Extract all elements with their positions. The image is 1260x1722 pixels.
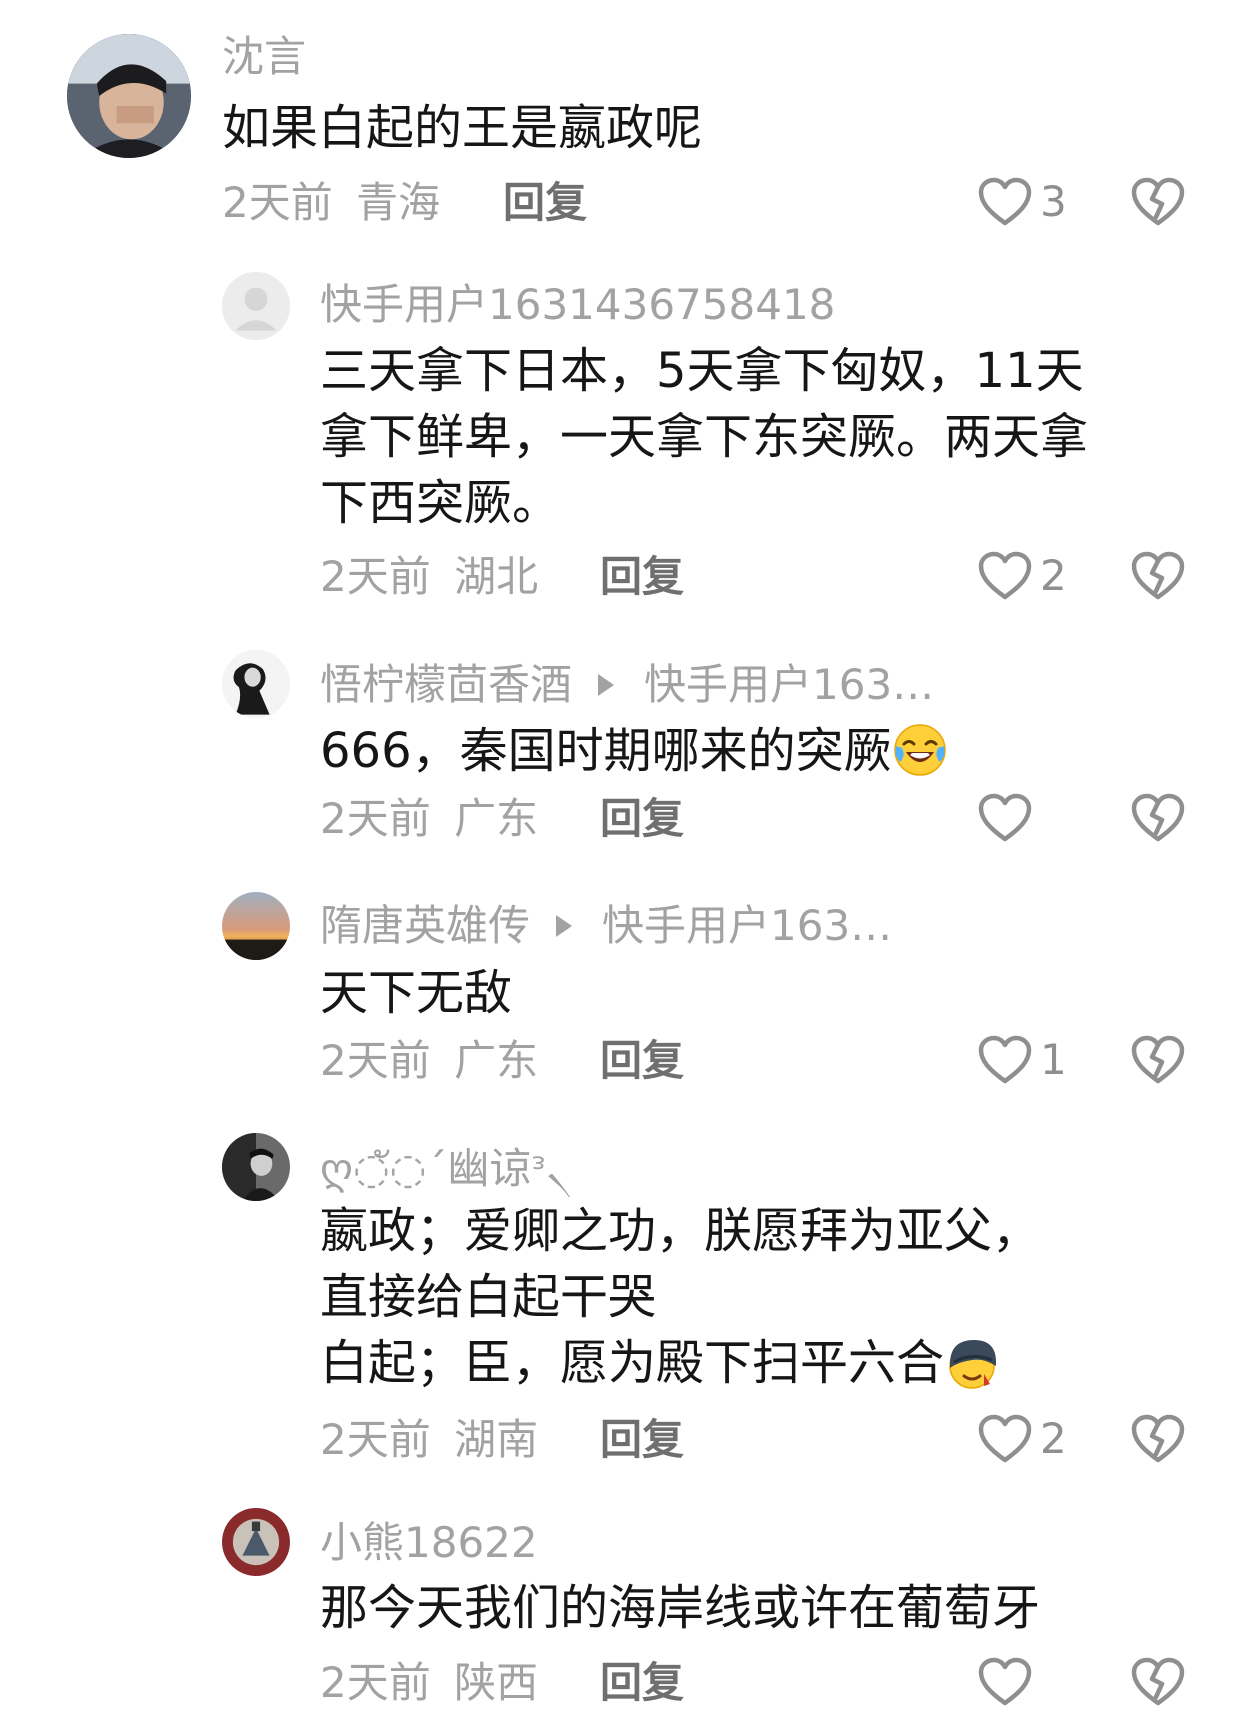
username[interactable]: 快手用户1631436758418 — [320, 284, 835, 326]
comment-line: 嬴政；爱卿之功，朕愿拜为亚父， — [320, 1203, 1041, 1259]
comment-line: 666，秦国时期哪来的突厥 — [320, 718, 948, 784]
username[interactable]: ღ◌ั◌ˊ幽谅ᵌ৲ — [320, 1148, 572, 1190]
comment-text: 嬴政；爱卿之功，朕愿拜为亚父， 直接给白起干哭 白起；臣，愿为殿下扫平六合 — [320, 1198, 1040, 1396]
comment-line: 三天拿下日本，5天拿下匈奴，11天 — [320, 343, 1084, 399]
reply-button[interactable]: 回复 — [600, 798, 684, 840]
broken-heart-icon — [1131, 551, 1185, 600]
timestamp: 2天前 — [320, 1658, 431, 1707]
broken-heart-icon — [1131, 793, 1185, 842]
comment-line: 直接给白起干哭 — [320, 1269, 657, 1325]
comment-meta: 2天前 湖南 — [320, 1419, 538, 1461]
timestamp: 2天前 — [320, 794, 431, 843]
comment-text: 天下无敌 — [320, 960, 512, 1026]
timestamp: 2天前 — [320, 1415, 431, 1464]
reply-target-username[interactable]: 快手用户163… — [602, 901, 892, 950]
like-button[interactable] — [978, 1657, 1040, 1707]
location: 广东 — [454, 794, 539, 843]
dislike-button[interactable] — [1131, 177, 1185, 227]
heart-outline-icon — [978, 1035, 1032, 1084]
dislike-button[interactable] — [1131, 1657, 1185, 1707]
avatar[interactable] — [222, 650, 290, 718]
broken-heart-icon — [1131, 1035, 1185, 1084]
like-count: 2 — [1040, 551, 1067, 600]
avatar[interactable] — [222, 272, 290, 340]
location: 青海 — [356, 178, 441, 227]
comment-line: 那今天我们的海岸线或许在葡萄牙 — [320, 1580, 1041, 1636]
username[interactable]: 隋唐英雄传 — [320, 901, 530, 950]
comment-line-text: 白起；臣，愿为殿下扫平六合 — [320, 1335, 945, 1391]
username[interactable]: 小熊18622 — [320, 1522, 538, 1564]
comment-meta: 2天前 陕西 — [320, 1662, 538, 1704]
username[interactable]: 悟柠檬茴香酒 — [320, 660, 572, 709]
comment-meta: 2天前 湖北 — [320, 556, 538, 598]
comment-text: 那今天我们的海岸线或许在葡萄牙 — [320, 1575, 1040, 1641]
comment-text: 如果白起的王是嬴政呢 — [222, 95, 702, 161]
username-row: 隋唐英雄传 快手用户163… — [320, 905, 892, 947]
heart-outline-icon — [978, 1657, 1032, 1706]
comment-text: 三天拿下日本，5天拿下匈奴，11天 拿下鲜卑，一天拿下东突厥。两天拿 下西突厥。 — [320, 338, 1088, 536]
avatar[interactable] — [222, 892, 290, 960]
like-count: 1 — [1040, 1035, 1067, 1084]
reply-button[interactable]: 回复 — [600, 1040, 684, 1082]
reply-button[interactable]: 回复 — [600, 1662, 684, 1704]
comment-meta: 2天前 广东 — [320, 798, 538, 840]
reply-arrow-icon — [598, 673, 615, 696]
location: 湖南 — [454, 1415, 539, 1464]
reply-target-username[interactable]: 快手用户163… — [644, 660, 934, 709]
comment-meta: 2天前 广东 — [320, 1040, 538, 1082]
reply-button[interactable]: 回复 — [503, 182, 587, 224]
avatar-photo-icon — [67, 34, 191, 158]
location: 湖北 — [454, 552, 539, 601]
comment-line: 下西突厥。 — [320, 475, 561, 531]
avatar[interactable] — [222, 1508, 290, 1576]
location: 广东 — [454, 1036, 539, 1085]
like-count: 3 — [1040, 177, 1067, 226]
heart-outline-icon — [978, 1414, 1032, 1463]
comment-line: 白起；臣，愿为殿下扫平六合 — [320, 1330, 1040, 1396]
dislike-button[interactable] — [1131, 1414, 1185, 1464]
location: 陕西 — [454, 1658, 539, 1707]
comment-meta: 2天前 青海 — [222, 182, 440, 224]
broken-heart-icon — [1131, 1414, 1185, 1463]
like-button[interactable]: 3 — [978, 177, 1067, 227]
comment-line: 天下无敌 — [320, 965, 513, 1021]
reply-button[interactable]: 回复 — [600, 556, 684, 598]
avatar[interactable] — [222, 1133, 290, 1201]
like-count: 2 — [1040, 1414, 1067, 1463]
reply-button[interactable]: 回复 — [600, 1419, 684, 1461]
avatar[interactable] — [67, 34, 191, 158]
timestamp: 2天前 — [320, 1036, 431, 1085]
helmet-emoji-icon — [944, 1334, 1000, 1390]
broken-heart-icon — [1131, 1657, 1185, 1706]
avatar-photo-icon — [222, 650, 290, 718]
username[interactable]: 沈言 — [222, 36, 306, 78]
avatar-photo-icon — [222, 892, 290, 960]
comment-text: 666，秦国时期哪来的突厥 — [320, 718, 948, 784]
heart-outline-icon — [978, 551, 1032, 600]
avatar-photo-icon — [222, 1508, 290, 1576]
dislike-button[interactable] — [1131, 793, 1185, 843]
avatar-photo-icon — [222, 1133, 290, 1201]
comment-line: 拿下鲜卑，一天拿下东突厥。两天拿 — [320, 409, 1089, 465]
timestamp: 2天前 — [320, 552, 431, 601]
like-button[interactable]: 2 — [978, 1414, 1067, 1464]
comment-item: 沈言 如果白起的王是嬴政呢 2天前 青海 回复 3 — [0, 0, 1260, 230]
comment-line: 如果白起的王是嬴政呢 — [222, 100, 703, 156]
timestamp: 2天前 — [222, 178, 333, 227]
dislike-button[interactable] — [1131, 1035, 1185, 1085]
heart-outline-icon — [978, 793, 1032, 842]
heart-outline-icon — [978, 177, 1032, 226]
comment-line-text: 666，秦国时期哪来的突厥 — [320, 723, 892, 779]
like-button[interactable]: 2 — [978, 551, 1067, 601]
default-user-icon — [222, 272, 290, 340]
laughing-crying-emoji-icon — [892, 722, 948, 778]
like-button[interactable]: 1 — [978, 1035, 1067, 1085]
username-row: 悟柠檬茴香酒 快手用户163… — [320, 664, 934, 706]
dislike-button[interactable] — [1131, 551, 1185, 601]
reply-arrow-icon — [556, 914, 573, 937]
broken-heart-icon — [1131, 177, 1185, 226]
like-button[interactable] — [978, 793, 1040, 843]
